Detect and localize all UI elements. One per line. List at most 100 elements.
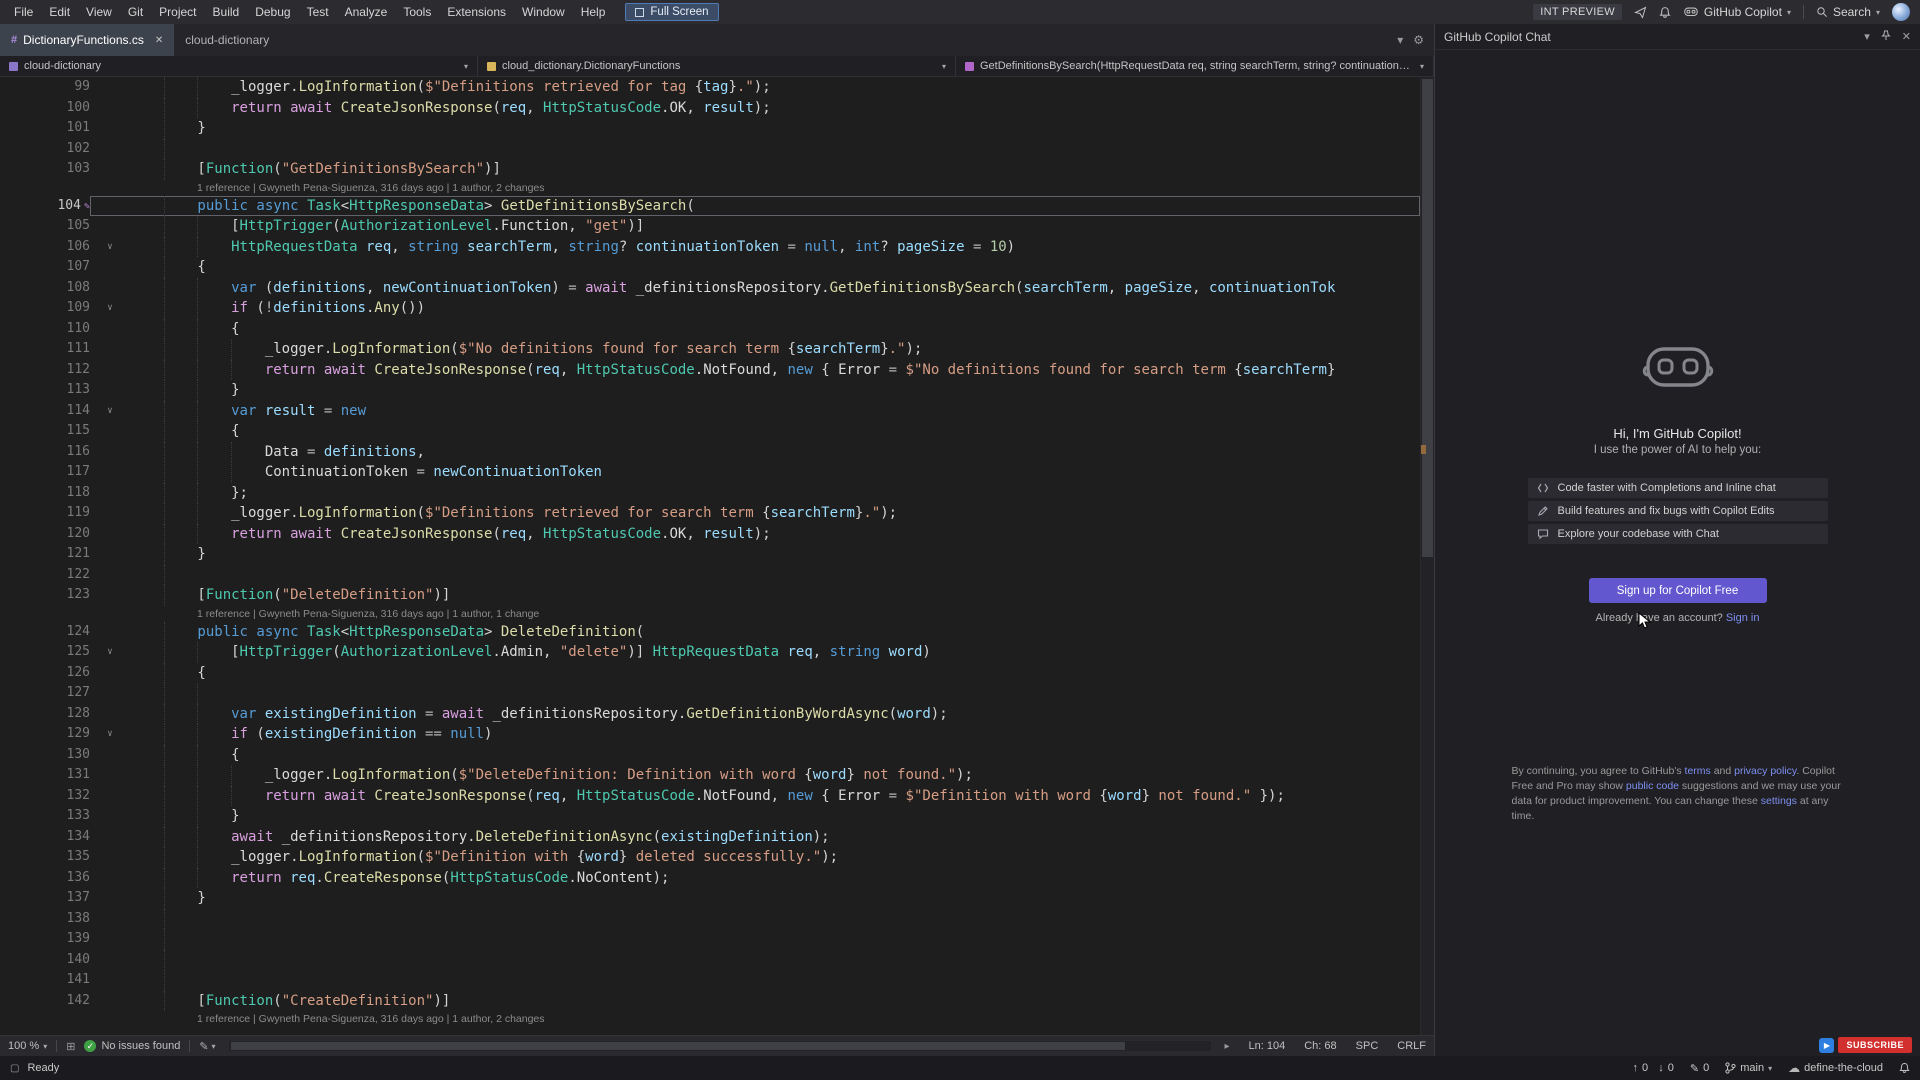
issues-indicator[interactable]: ✓ No issues found: [84, 1040, 180, 1052]
menu-item-tools[interactable]: Tools: [395, 0, 439, 24]
tab-DictionaryFunctions.cs[interactable]: #DictionaryFunctions.cs✕: [0, 24, 174, 56]
git-sync-status[interactable]: ↑ 0 ↓ 0: [1633, 1062, 1674, 1074]
line-number[interactable]: 127: [0, 683, 90, 704]
fold-chevron-icon[interactable]: ∨: [90, 724, 130, 745]
code-line[interactable]: 117ContinuationToken = newContinuationTo…: [0, 462, 1420, 483]
line-number[interactable]: 114: [0, 401, 90, 422]
line-number[interactable]: 125: [0, 642, 90, 663]
line-number[interactable]: 110: [0, 319, 90, 340]
close-icon[interactable]: ✕: [1902, 30, 1911, 43]
line-number[interactable]: 113: [0, 380, 90, 401]
code-line[interactable]: 128var existingDefinition = await _defin…: [0, 704, 1420, 725]
menu-item-window[interactable]: Window: [514, 0, 573, 24]
codelens[interactable]: 1 reference | Gwyneth Pena-Siguenza, 316…: [0, 606, 1420, 622]
line-number[interactable]: 105: [0, 216, 90, 237]
legal-link[interactable]: settings: [1761, 795, 1797, 807]
github-copilot-menu[interactable]: GitHub Copilot ▾: [1683, 5, 1791, 19]
line-number[interactable]: 109: [0, 298, 90, 319]
notifications-bell[interactable]: [1899, 1062, 1910, 1074]
legal-link[interactable]: privacy policy: [1734, 765, 1796, 777]
line-number[interactable]: 118: [0, 483, 90, 504]
code-line[interactable]: 105[HttpTrigger(AuthorizationLevel.Funct…: [0, 216, 1420, 237]
full-screen-button[interactable]: Full Screen: [625, 3, 718, 21]
code-line[interactable]: 102: [0, 139, 1420, 160]
signup-copilot-free-button[interactable]: Sign up for Copilot Free: [1589, 578, 1767, 603]
line-number[interactable]: 117: [0, 462, 90, 483]
code-line[interactable]: 118};: [0, 483, 1420, 504]
code-line[interactable]: 114∨var result = new: [0, 401, 1420, 422]
code-line[interactable]: 124public async Task<HttpResponseData> D…: [0, 622, 1420, 643]
line-number[interactable]: 135: [0, 847, 90, 868]
line-number[interactable]: 103: [0, 159, 90, 180]
code-line[interactable]: 106∨HttpRequestData req, string searchTe…: [0, 237, 1420, 258]
code-line[interactable]: 121}: [0, 544, 1420, 565]
send-feedback-icon[interactable]: [1634, 6, 1647, 19]
line-number[interactable]: 101: [0, 118, 90, 139]
line-number[interactable]: 123: [0, 585, 90, 606]
eol-indicator[interactable]: CRLF: [1397, 1040, 1426, 1052]
line-number[interactable]: 112: [0, 360, 90, 381]
zoom-control[interactable]: 100 % ▾: [8, 1040, 47, 1052]
code-line[interactable]: 133}: [0, 806, 1420, 827]
code-line[interactable]: 100return await CreateJsonResponse(req, …: [0, 98, 1420, 119]
code-line[interactable]: 112return await CreateJsonResponse(req, …: [0, 360, 1420, 381]
codelens[interactable]: 1 reference | Gwyneth Pena-Siguenza, 316…: [0, 180, 1420, 196]
code-line[interactable]: 101}: [0, 118, 1420, 139]
menu-item-debug[interactable]: Debug: [247, 0, 298, 24]
menu-item-view[interactable]: View: [78, 0, 120, 24]
git-branch[interactable]: main ▾: [1725, 1062, 1772, 1074]
line-number[interactable]: 106: [0, 237, 90, 258]
code-line[interactable]: 134await _definitionsRepository.DeleteDe…: [0, 827, 1420, 848]
code-line[interactable]: 109∨if (!definitions.Any()): [0, 298, 1420, 319]
breadcrumb-member[interactable]: GetDefinitionsBySearch(HttpRequestData r…: [956, 56, 1434, 76]
fold-chevron-icon[interactable]: ∨: [90, 298, 130, 319]
line-number[interactable]: 129: [0, 724, 90, 745]
line-number[interactable]: 99: [0, 77, 90, 98]
menu-item-build[interactable]: Build: [205, 0, 248, 24]
line-number[interactable]: 116: [0, 442, 90, 463]
code-line[interactable]: 130{: [0, 745, 1420, 766]
code-line[interactable]: 137}: [0, 888, 1420, 909]
code-line[interactable]: 125∨[HttpTrigger(AuthorizationLevel.Admi…: [0, 642, 1420, 663]
search-control[interactable]: Search ▾: [1816, 5, 1880, 19]
code-line[interactable]: 131_logger.LogInformation($"DeleteDefini…: [0, 765, 1420, 786]
legal-link[interactable]: public code: [1626, 780, 1679, 792]
code-line[interactable]: 103[Function("GetDefinitionsBySearch")]: [0, 159, 1420, 180]
line-number[interactable]: 140: [0, 950, 90, 971]
code-line[interactable]: 127: [0, 683, 1420, 704]
line-number[interactable]: 134: [0, 827, 90, 848]
line-number[interactable]: 139: [0, 929, 90, 950]
code-line[interactable]: 119_logger.LogInformation($"Definitions …: [0, 503, 1420, 524]
fold-chevron-icon[interactable]: ∨: [90, 642, 130, 663]
code-line[interactable]: 123[Function("DeleteDefinition")]: [0, 585, 1420, 606]
menu-item-help[interactable]: Help: [573, 0, 614, 24]
line-number[interactable]: 131: [0, 765, 90, 786]
line-number[interactable]: 137: [0, 888, 90, 909]
line-number[interactable]: 121: [0, 544, 90, 565]
code-line[interactable]: 132return await CreateJsonResponse(req, …: [0, 786, 1420, 807]
menu-item-git[interactable]: Git: [120, 0, 151, 24]
code-line[interactable]: 141: [0, 970, 1420, 991]
line-number[interactable]: 142: [0, 991, 90, 1012]
scrollbar-thumb[interactable]: [1422, 79, 1433, 557]
line-number[interactable]: 141: [0, 970, 90, 991]
subscribe-overlay[interactable]: ▶ SUBSCRIBE: [1819, 1037, 1912, 1053]
code-line[interactable]: 111_logger.LogInformation($"No definitio…: [0, 339, 1420, 360]
selection-icon[interactable]: ⊞: [66, 1040, 75, 1053]
vertical-scrollbar[interactable]: [1420, 77, 1434, 1035]
fold-chevron-icon[interactable]: ∨: [90, 401, 130, 422]
git-repo[interactable]: ☁ define-the-cloud: [1788, 1061, 1883, 1075]
code-line[interactable]: 115{: [0, 421, 1420, 442]
line-number[interactable]: 115: [0, 421, 90, 442]
scroll-right-icon[interactable]: ▸: [1224, 1041, 1229, 1052]
code-line[interactable]: 135_logger.LogInformation($"Definition w…: [0, 847, 1420, 868]
breadcrumb-project[interactable]: cloud-dictionary ▾: [0, 56, 478, 76]
code-line[interactable]: 99_logger.LogInformation($"Definitions r…: [0, 77, 1420, 98]
menu-item-analyze[interactable]: Analyze: [337, 0, 396, 24]
code-line[interactable]: 126{: [0, 663, 1420, 684]
background-tasks-icon[interactable]: ▢: [10, 1063, 19, 1074]
code-line[interactable]: 140: [0, 950, 1420, 971]
line-number[interactable]: 104✎: [0, 196, 90, 217]
pin-icon[interactable]: [1881, 30, 1891, 44]
code-line[interactable]: 139: [0, 929, 1420, 950]
